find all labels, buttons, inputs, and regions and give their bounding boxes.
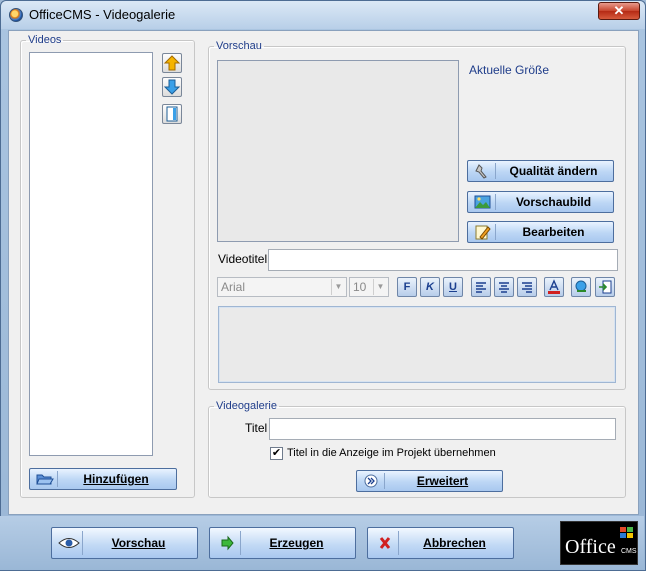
edit-button-label: Bearbeiten (522, 225, 585, 239)
properties-button[interactable] (162, 104, 182, 124)
logo-suffix: CMS (621, 548, 637, 555)
eye-icon (55, 531, 83, 555)
windows-flag-icon (620, 527, 633, 538)
chevron-down-icon: ▼ (373, 279, 387, 295)
logo-wordmark: Office (565, 536, 616, 558)
font-size-value: 10 (353, 280, 367, 294)
videogalerie-group-legend: Videogalerie (216, 400, 277, 412)
insert-button[interactable] (595, 277, 615, 297)
gallery-title-input[interactable] (269, 418, 616, 440)
insert-icon (599, 280, 612, 294)
officecms-app-icon (9, 8, 23, 22)
align-left-button[interactable] (471, 277, 491, 297)
move-up-button[interactable] (162, 53, 182, 73)
red-x-icon (371, 531, 399, 555)
font-family-value: Arial (221, 280, 246, 294)
officecms-logo: Office CMS (560, 521, 638, 565)
advanced-button[interactable]: Erweitert (356, 470, 503, 492)
videos-group-legend: Videos (28, 34, 62, 46)
add-video-button[interactable]: Hinzufügen (29, 468, 177, 490)
video-title-input[interactable] (268, 249, 618, 271)
text-color-icon (548, 279, 560, 294)
preview-button[interactable]: Vorschau (51, 527, 198, 559)
align-left-icon (476, 282, 486, 293)
videos-listbox[interactable] (29, 52, 153, 456)
font-size-select[interactable]: 10 ▼ (349, 277, 389, 297)
move-down-button[interactable] (162, 77, 182, 97)
advanced-button-label: Erweitert (416, 474, 469, 488)
chevron-down-icon: ▼ (331, 279, 345, 295)
double-chevron-icon (359, 473, 385, 489)
link-icon (575, 280, 587, 292)
current-size-label: Aktuelle Größe (469, 63, 550, 77)
close-button[interactable]: ✕ (598, 2, 640, 20)
wrench-icon (470, 163, 496, 179)
show-title-checkbox-label[interactable]: Titel in die Anzeige im Projekt übernehm… (287, 447, 496, 459)
cancel-button[interactable]: Abbrechen (367, 527, 514, 559)
description-textarea[interactable] (218, 306, 616, 383)
generate-button-label: Erzeugen (269, 536, 324, 550)
green-arrow-icon (213, 531, 241, 555)
pencil-icon (470, 224, 496, 240)
arrow-down-icon (163, 79, 181, 95)
gallery-title-label: Titel (245, 421, 268, 435)
video-preview-area (217, 60, 459, 242)
thumbnail-button-label: Vorschaubild (515, 195, 592, 209)
window-title: OfficeCMS - Videogalerie (29, 7, 176, 22)
edit-button[interactable]: Bearbeiten (467, 221, 614, 243)
link-button[interactable] (571, 277, 591, 297)
change-quality-button-label: Qualität ändern (509, 164, 598, 178)
video-title-label: Videotitel (218, 252, 268, 266)
generate-button[interactable]: Erzeugen (209, 527, 356, 559)
underline-button[interactable]: U (443, 277, 463, 297)
text-color-button[interactable] (544, 277, 564, 297)
align-right-icon (522, 282, 532, 293)
preview-button-label: Vorschau (111, 536, 166, 550)
preview-group-legend: Vorschau (216, 40, 262, 52)
folder-open-icon (32, 471, 58, 487)
picture-icon (470, 194, 496, 210)
cancel-button-label: Abbrechen (423, 536, 486, 550)
thumbnail-button[interactable]: Vorschaubild (467, 191, 614, 213)
align-center-icon (499, 282, 509, 293)
title-bar: OfficeCMS - Videogalerie ✕ (1, 1, 645, 29)
add-video-button-label: Hinzufügen (83, 472, 149, 486)
align-right-button[interactable] (517, 277, 537, 297)
change-quality-button[interactable]: Qualität ändern (467, 160, 614, 182)
font-family-select[interactable]: Arial ▼ (217, 277, 347, 297)
bold-button[interactable]: F (397, 277, 417, 297)
show-title-checkbox[interactable]: ✔ (270, 447, 283, 460)
page-icon (166, 106, 178, 122)
arrow-up-icon (163, 55, 181, 71)
italic-button[interactable]: K (420, 277, 440, 297)
align-center-button[interactable] (494, 277, 514, 297)
